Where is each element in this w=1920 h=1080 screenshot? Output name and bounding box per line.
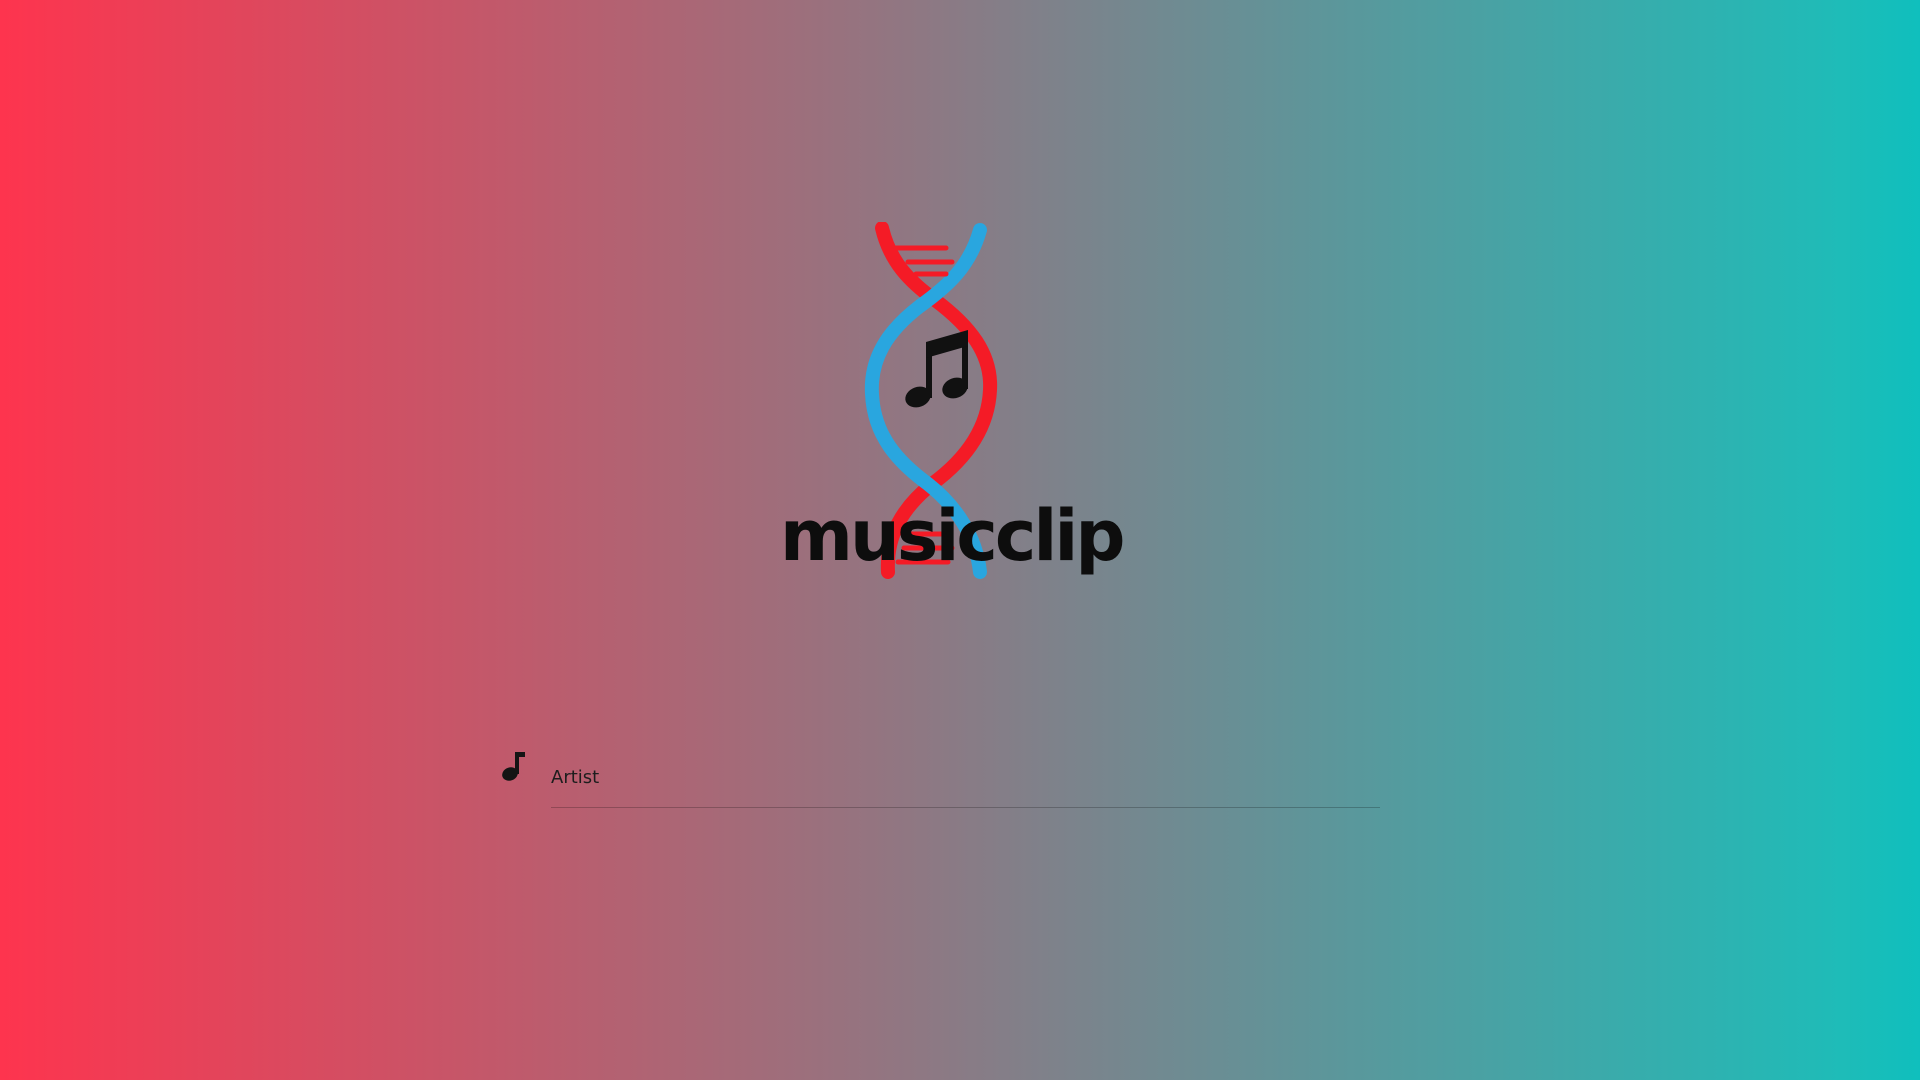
artist-search-field[interactable]: Artist xyxy=(500,748,1380,808)
music-note-icon xyxy=(500,750,526,782)
artist-input-container[interactable]: Artist xyxy=(551,748,1380,808)
logo-wordmark: musicclip xyxy=(780,495,1126,577)
artist-input[interactable] xyxy=(551,772,1380,802)
